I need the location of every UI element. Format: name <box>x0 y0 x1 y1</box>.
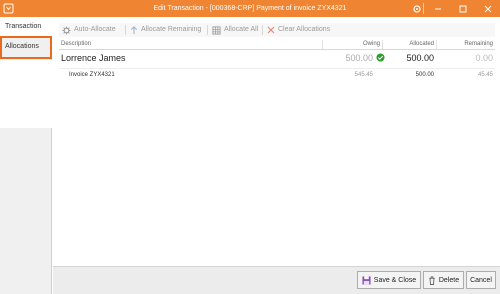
active-tab-highlight <box>0 36 52 59</box>
tab-panel-background <box>0 60 52 128</box>
title-bar: Edit Transaction - [000368-CRP] Payment … <box>0 0 500 17</box>
toolbar-separator <box>125 25 126 35</box>
close-button[interactable] <box>476 0 500 17</box>
allocations-panel: Auto-Allocate Allocate Remaining Allocat… <box>53 17 500 294</box>
row-description: Invoice ZYX4321 <box>69 72 115 78</box>
group-description: Lorrence James <box>61 53 126 63</box>
allocate-remaining-button[interactable]: Allocate Remaining <box>130 23 201 37</box>
auto-allocate-label: Auto-Allocate <box>74 26 116 33</box>
row-allocated[interactable]: 500.00 <box>416 72 434 78</box>
column-header-description[interactable]: Description <box>61 39 91 50</box>
column-divider <box>436 40 437 49</box>
save-icon <box>362 275 371 285</box>
allocate-all-label: Allocate All <box>224 26 259 33</box>
title-separator <box>423 3 424 14</box>
column-header-allocated[interactable]: Allocated <box>409 39 434 50</box>
grid-icon <box>212 25 221 35</box>
dialog-footer: Save & Close Delete Cancel <box>53 266 500 294</box>
cancel-label: Cancel <box>470 276 492 284</box>
column-divider <box>382 40 383 49</box>
clear-allocations-button[interactable]: Clear Allocations <box>267 23 330 37</box>
cancel-button[interactable]: Cancel <box>466 271 496 289</box>
check-circle-icon <box>376 53 386 63</box>
minimize-button[interactable] <box>426 0 450 17</box>
grid-header: Description Owing Allocated Remaining <box>59 39 495 50</box>
column-header-owing[interactable]: Owing <box>363 39 380 50</box>
row-remaining: 45.45 <box>477 72 493 78</box>
allocation-toolbar: Auto-Allocate Allocate Remaining Allocat… <box>59 23 495 37</box>
column-divider <box>322 40 323 49</box>
group-allocated[interactable]: 500.00 <box>406 53 434 63</box>
maximize-button[interactable] <box>451 0 475 17</box>
column-header-remaining[interactable]: Remaining <box>464 39 493 50</box>
save-close-label: Save & Close <box>373 276 417 284</box>
auto-allocate-button[interactable]: Auto-Allocate <box>62 23 116 37</box>
toolbar-separator <box>207 25 208 35</box>
save-close-button[interactable]: Save & Close <box>357 271 421 289</box>
toolbar-separator <box>262 25 263 35</box>
group-owing: 500.00 <box>345 53 373 63</box>
trash-icon <box>429 275 435 285</box>
clear-x-icon <box>267 26 275 34</box>
allocate-all-button[interactable]: Allocate All <box>212 23 258 37</box>
gear-icon <box>62 25 71 35</box>
tab-panel: Transaction Allocations <box>0 17 52 294</box>
row-owing: 545.45 <box>354 72 373 78</box>
group-row[interactable]: Lorrence James 500.00 500.00 0.00 <box>59 52 495 66</box>
delete-button[interactable]: Delete <box>423 271 464 289</box>
tab-transaction[interactable]: Transaction <box>0 17 52 37</box>
clear-allocations-label: Clear Allocations <box>278 26 331 33</box>
group-remaining: 0.00 <box>475 53 493 63</box>
delete-label: Delete <box>438 276 460 284</box>
arrow-up-icon <box>130 25 138 34</box>
allocate-remaining-label: Allocate Remaining <box>141 26 202 33</box>
table-row[interactable]: Invoice ZYX4321 545.45 500.00 45.45 <box>59 68 495 81</box>
